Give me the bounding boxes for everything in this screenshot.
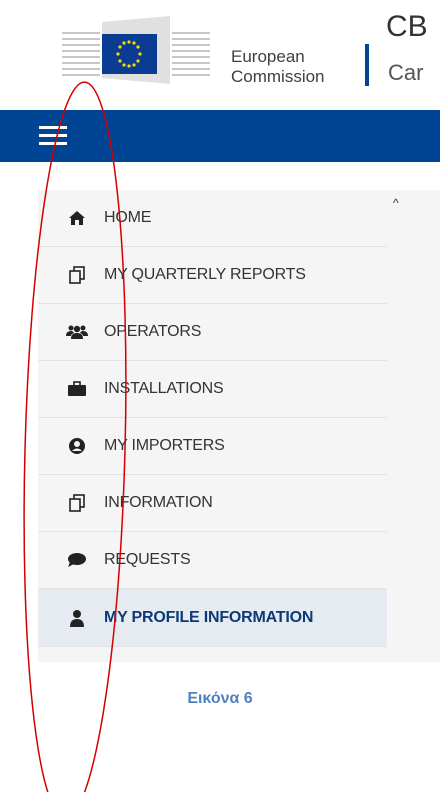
annotation-oval <box>23 81 127 792</box>
